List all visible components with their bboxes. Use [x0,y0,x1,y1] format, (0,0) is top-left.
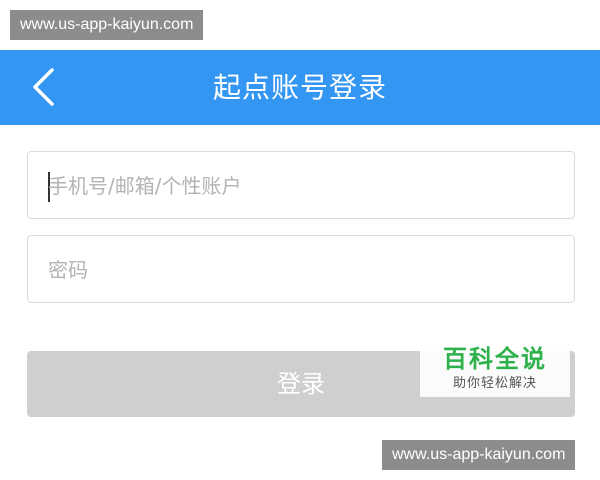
url-watermark-bottom: www.us-app-kaiyun.com [382,440,576,470]
page-title: 起点账号登录 [212,71,387,104]
account-field[interactable] [27,151,575,220]
app-header: 起点账号登录 [0,50,600,125]
brand-name: 百科全说 [443,345,547,373]
brand-slogan: 助你轻松解决 [452,376,537,391]
account-input[interactable] [46,152,560,220]
password-input[interactable] [46,236,560,304]
password-field[interactable] [27,235,575,304]
brand-watermark: 百科全说 助你轻松解决 [420,335,570,397]
url-watermark-top: www.us-app-kaiyun.com [10,10,204,40]
